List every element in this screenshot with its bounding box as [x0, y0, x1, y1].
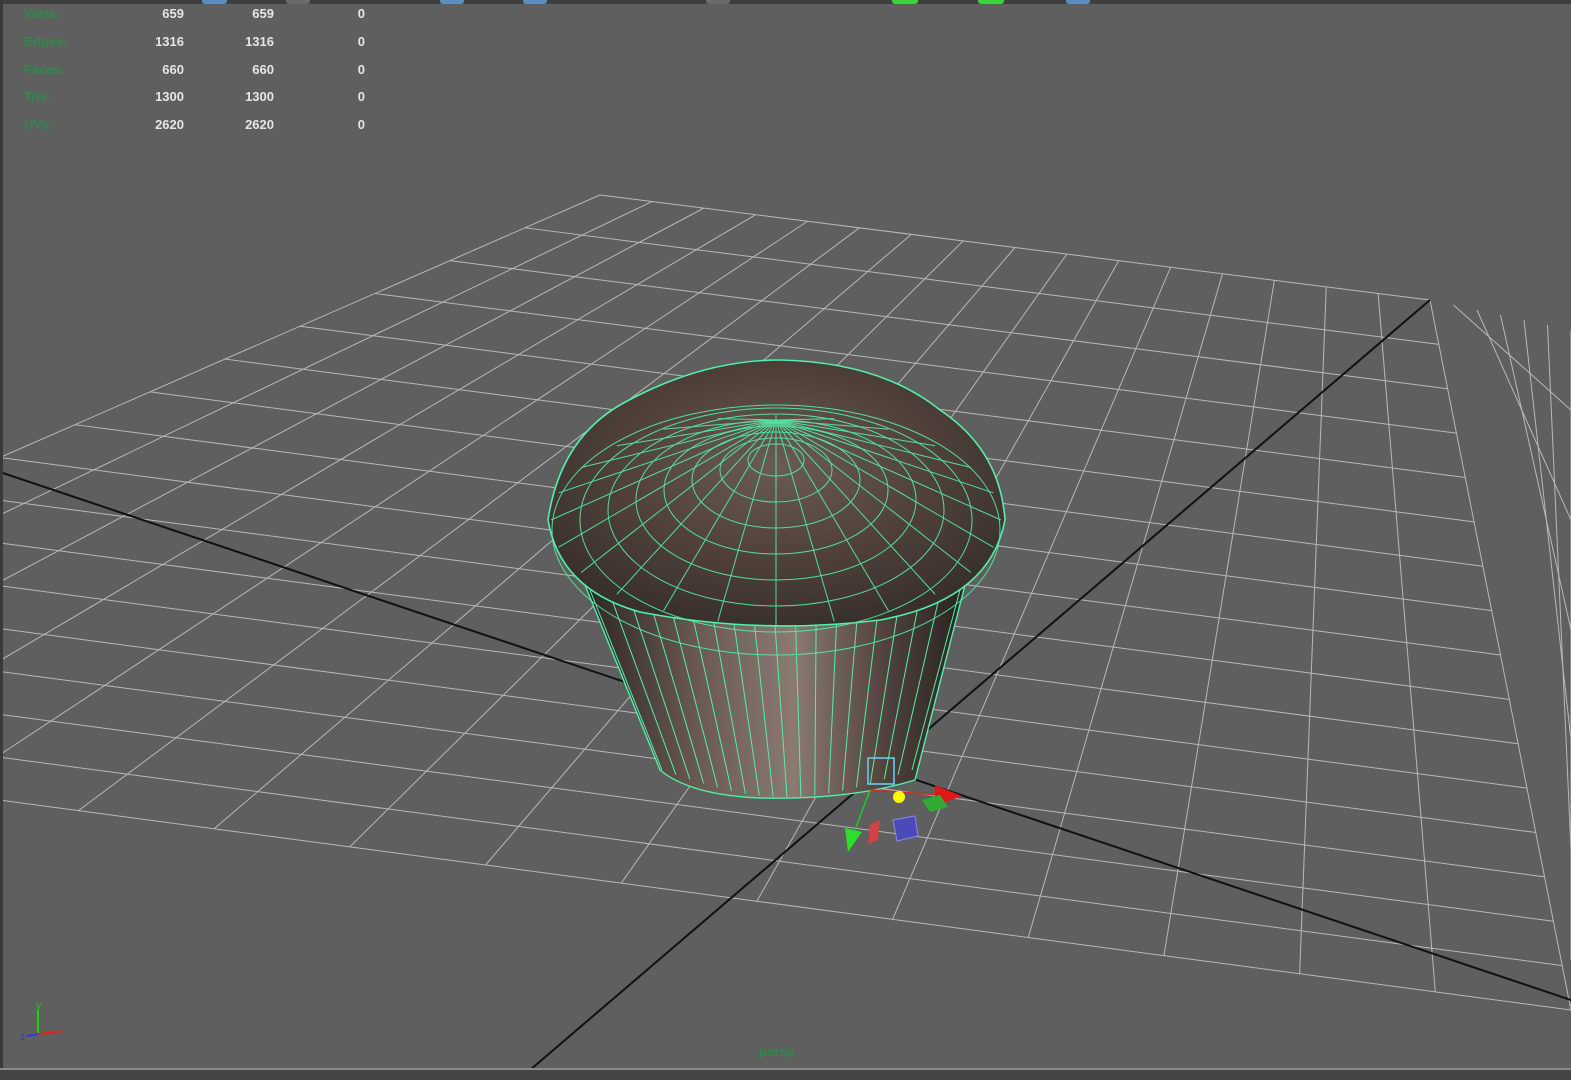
view-axis-indicator-icon: y x z [20, 1001, 64, 1043]
hud-value: 0 [357, 89, 365, 105]
cupcake-mesh[interactable] [547, 359, 1006, 799]
hud-value: 659 [162, 6, 184, 21]
hud-value: 660 [252, 61, 274, 77]
hud-label: Edges: [24, 33, 68, 49]
hud-value: 660 [162, 61, 184, 77]
viewport-bottom-border [0, 1068, 1571, 1080]
hud-value: 1316 [245, 33, 274, 49]
hud-label: Verts: [24, 6, 61, 21]
hud-value: 0 [357, 117, 365, 133]
hud-value: 659 [252, 6, 274, 21]
hud-label: Faces: [24, 61, 66, 77]
camera-name-label: persp [759, 1044, 795, 1059]
axis-x-label: x [59, 1026, 64, 1037]
hud-value: 0 [357, 33, 365, 49]
axis-y-label: y [36, 1001, 41, 1012]
axis-z-label: z [20, 1032, 25, 1043]
hud-value: 0 [357, 6, 365, 21]
hud-label: UVs: [24, 117, 54, 133]
hud-value: 1300 [245, 89, 274, 105]
scene-canvas[interactable] [0, 0, 1571, 1080]
hud-value: 1300 [155, 89, 184, 105]
hud-value: 0 [357, 61, 365, 77]
hud-value: 2620 [155, 117, 184, 133]
hud-label: Tris: [24, 89, 52, 105]
hud-value: 2620 [245, 117, 274, 133]
hud-value: 1316 [155, 33, 184, 49]
viewport-persp[interactable]: Verts: 659 659 0 Edges: 1316 1316 0 Faces: 660 660… [0, 0, 1571, 1080]
